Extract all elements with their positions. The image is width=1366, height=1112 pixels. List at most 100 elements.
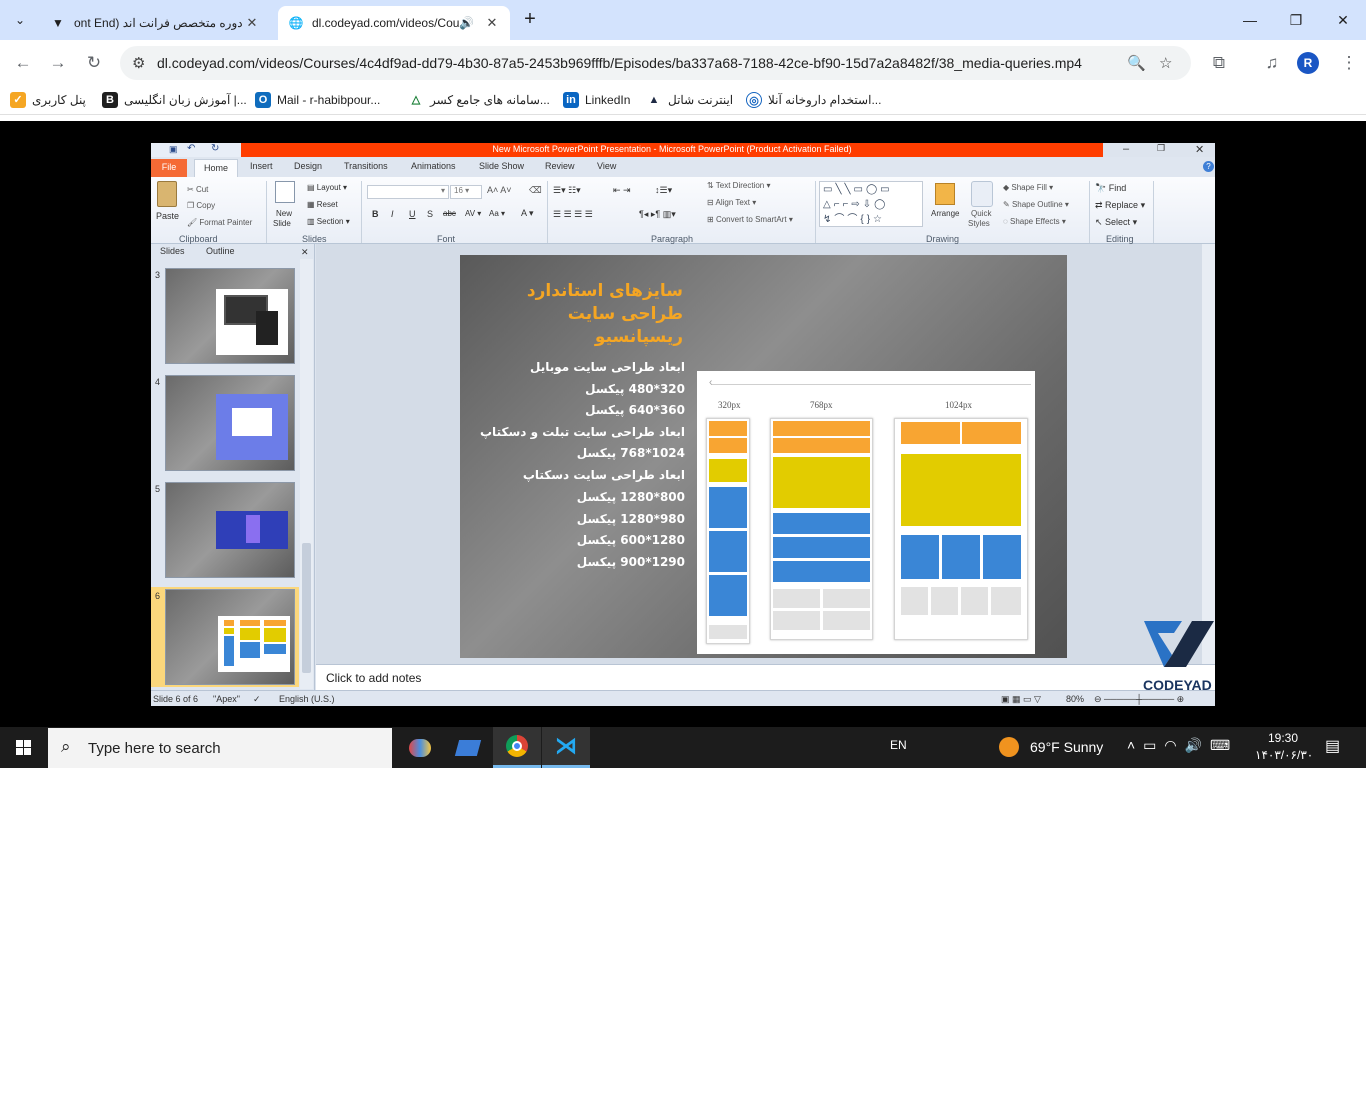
- align-text-button[interactable]: ⊟ Align Text ▾: [707, 198, 756, 207]
- notes-pane[interactable]: Click to add notes: [316, 664, 1215, 690]
- slide-editor[interactable]: سایزهای استاندارد طراحی سایت ریسپانسیو ا…: [316, 244, 1215, 664]
- taskbar-app-paint[interactable]: [396, 727, 444, 768]
- slide-thumbnail[interactable]: 5: [151, 480, 299, 580]
- tab-insert[interactable]: Insert: [250, 161, 273, 171]
- bookmark-item[interactable]: in LinkedIn: [563, 92, 630, 108]
- view-buttons[interactable]: ▣ ▦ ▭ ▽: [1001, 694, 1041, 705]
- clock-time[interactable]: 19:30: [1268, 731, 1298, 745]
- slide-thumbnail[interactable]: 4: [151, 373, 299, 473]
- slide-thumbnail[interactable]: 3: [151, 266, 299, 366]
- forward-button[interactable]: →: [43, 48, 73, 78]
- help-icon[interactable]: ?: [1203, 161, 1214, 172]
- taskbar-search-box[interactable]: ⌕ Type here to search: [48, 728, 392, 768]
- slide-thumbnail-selected[interactable]: 6: [151, 587, 299, 687]
- scroll-thumb[interactable]: [302, 543, 311, 673]
- media-control-icon[interactable]: ♫: [1257, 48, 1287, 78]
- pane-tab-slides[interactable]: Slides: [160, 246, 185, 256]
- paste-button[interactable]: Paste: [156, 211, 179, 221]
- new-slide-icon[interactable]: [275, 181, 295, 203]
- clock-date[interactable]: ۱۴۰۳/۰۶/۳۰: [1255, 748, 1313, 762]
- align-buttons[interactable]: ☰ ☰ ☰ ☰: [553, 209, 593, 220]
- audio-playing-icon[interactable]: 🔊: [459, 16, 474, 30]
- grow-font-button[interactable]: A˄ A˅: [487, 185, 512, 195]
- font-name-combo[interactable]: ▾: [367, 185, 449, 199]
- tab-slide-show[interactable]: Slide Show: [479, 161, 524, 171]
- notes-placeholder[interactable]: Click to add notes: [326, 671, 421, 685]
- bookmark-item[interactable]: ✓ پنل کاربری: [10, 92, 86, 108]
- shape-outline-button[interactable]: ✎ Shape Outline ▾: [1003, 200, 1069, 209]
- ppt-close-button[interactable]: ✕: [1195, 143, 1204, 156]
- columns-button[interactable]: ¶◂ ▸¶ ▥▾: [639, 209, 676, 220]
- bookmark-item[interactable]: O Mail - r-habibpour...: [255, 92, 380, 108]
- bullets-button[interactable]: ☰▾ ☷▾: [553, 185, 581, 196]
- spellcheck-icon[interactable]: ✓: [253, 694, 261, 705]
- bookmark-star-icon[interactable]: ☆: [1159, 54, 1172, 72]
- replace-button[interactable]: ⇄ Replace ▾: [1095, 200, 1145, 211]
- char-spacing-button[interactable]: AV ▾: [465, 209, 481, 218]
- notification-icon[interactable]: ▤: [1325, 736, 1340, 756]
- new-tab-button[interactable]: +: [518, 8, 542, 32]
- quick-styles-icon[interactable]: [971, 181, 993, 207]
- taskbar-app-files[interactable]: [444, 727, 492, 768]
- editor-scrollbar[interactable]: [1202, 244, 1215, 664]
- pane-scrollbar[interactable]: [300, 259, 313, 689]
- profile-avatar[interactable]: R: [1297, 52, 1319, 74]
- convert-smartart-button[interactable]: ⊞ Convert to SmartArt ▾: [707, 215, 793, 224]
- ppt-minimize-button[interactable]: –: [1123, 143, 1129, 155]
- bookmark-item[interactable]: △ سامانه های جامع کسر...: [408, 92, 550, 108]
- taskbar-app-vscode[interactable]: ⋊: [542, 727, 590, 768]
- quick-access-toolbar[interactable]: ▣ ↶ ↻: [151, 143, 241, 157]
- indent-buttons[interactable]: ⇤ ⇥: [613, 185, 631, 196]
- arrange-button[interactable]: Arrange: [931, 209, 959, 218]
- input-language[interactable]: EN: [890, 738, 907, 752]
- zoom-slider[interactable]: ⊖ ─────┼───── ⊕: [1094, 694, 1184, 705]
- back-button[interactable]: ←: [8, 48, 38, 78]
- quick-styles-button[interactable]: Quick: [971, 209, 991, 218]
- line-spacing-button[interactable]: ↕☰▾: [655, 185, 672, 196]
- close-tab-icon[interactable]: ✕: [244, 15, 260, 31]
- url-text[interactable]: dl.codeyad.com/videos/Courses/4c4df9ad-d…: [157, 55, 1082, 71]
- close-pane-icon[interactable]: ✕: [301, 247, 309, 258]
- copy-button[interactable]: ❐ Copy: [187, 201, 215, 210]
- close-window-button[interactable]: ✕: [1320, 0, 1366, 40]
- bookmark-item[interactable]: B آموزش زبان انگلیسی |...: [102, 92, 247, 108]
- bookmark-item[interactable]: ▲ اینترنت شاتل: [646, 92, 733, 108]
- reload-button[interactable]: ↻: [79, 48, 109, 78]
- tab-course[interactable]: ▼ دوره متخصص فرانت اند (ont End ✕: [40, 6, 270, 40]
- paste-icon[interactable]: [157, 181, 177, 207]
- shape-fill-button[interactable]: ◆ Shape Fill ▾: [1003, 183, 1053, 192]
- strikethrough-button[interactable]: abc: [443, 209, 456, 218]
- reset-button[interactable]: ▦ Reset: [307, 200, 338, 209]
- change-case-button[interactable]: Aa ▾: [489, 209, 505, 218]
- section-button[interactable]: ▥ Section ▾: [307, 217, 350, 226]
- weather-text[interactable]: 69°F Sunny: [1030, 739, 1103, 755]
- find-button[interactable]: 🔭 Find: [1095, 183, 1126, 194]
- font-color-button[interactable]: A ▾: [521, 208, 534, 219]
- bold-button[interactable]: B: [372, 209, 379, 219]
- tab-animations[interactable]: Animations: [411, 161, 456, 171]
- tab-transitions[interactable]: Transitions: [344, 161, 388, 171]
- tab-video[interactable]: 🌐 dl.codeyad.com/videos/Cou 🔊 ✕: [278, 6, 510, 40]
- arrange-icon[interactable]: [935, 183, 955, 205]
- italic-button[interactable]: I: [391, 209, 394, 219]
- tab-file[interactable]: File: [151, 159, 187, 177]
- pane-tab-outline[interactable]: Outline: [206, 246, 235, 256]
- redo-icon[interactable]: ↻: [211, 143, 219, 154]
- clear-format-button[interactable]: ⌫: [529, 185, 542, 196]
- text-direction-button[interactable]: ⇅ Text Direction ▾: [707, 181, 771, 190]
- tab-home[interactable]: Home: [194, 159, 238, 177]
- current-slide[interactable]: سایزهای استاندارد طراحی سایت ریسپانسیو ا…: [460, 255, 1067, 658]
- ppt-restore-button[interactable]: ❐: [1157, 143, 1165, 154]
- tab-search-button[interactable]: ⌄: [8, 8, 32, 32]
- shape-effects-button[interactable]: ◌ Shape Effects ▾: [1003, 217, 1066, 226]
- tray-icons[interactable]: ˄▭◠🔊⌨: [1127, 737, 1238, 754]
- zoom-icon[interactable]: 🔍: [1127, 54, 1146, 72]
- format-painter-button[interactable]: 🖌 Format Painter: [187, 218, 252, 227]
- menu-kebab-icon[interactable]: ⋮: [1334, 48, 1364, 78]
- underline-button[interactable]: U: [409, 209, 416, 219]
- tab-view[interactable]: View: [597, 161, 616, 171]
- tab-review[interactable]: Review: [545, 161, 575, 171]
- new-slide-button[interactable]: New: [276, 209, 292, 218]
- shadow-button[interactable]: S: [427, 209, 433, 219]
- site-info-icon[interactable]: ⚙: [132, 54, 145, 72]
